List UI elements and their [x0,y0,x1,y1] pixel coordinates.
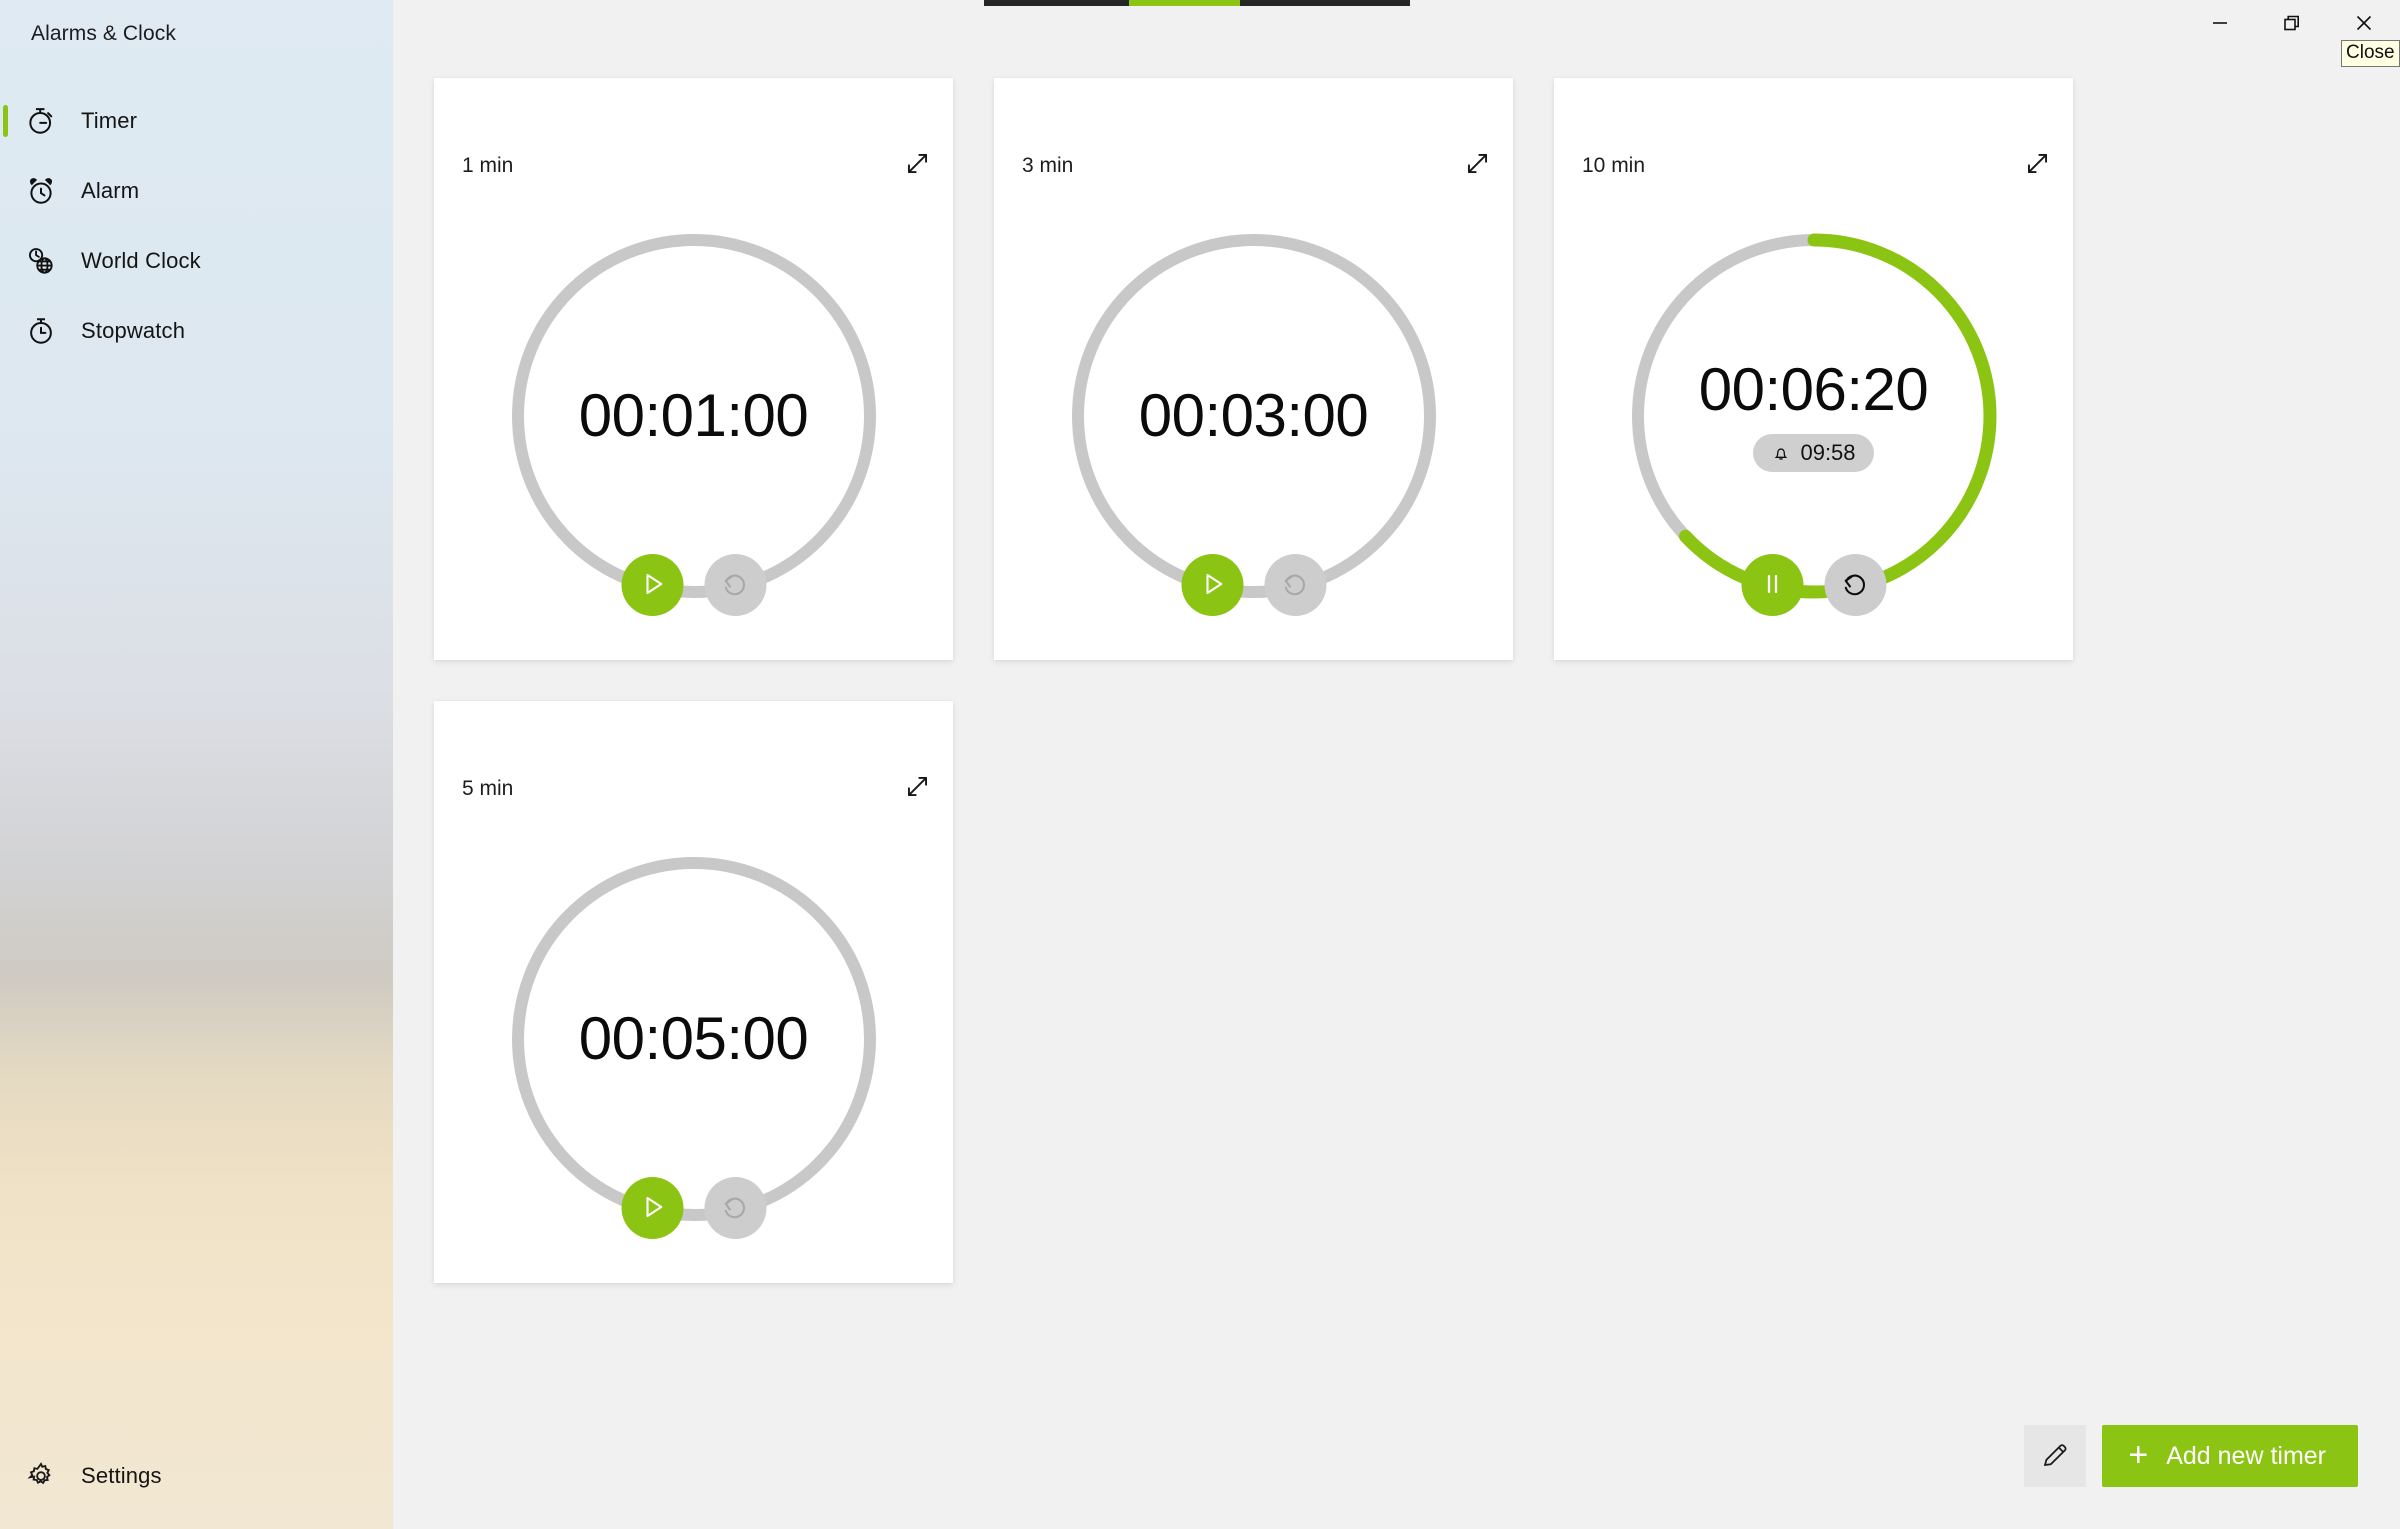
sidebar-nav-list: Timer Alarm World Clock Stopwatch [0,86,393,366]
timer-ring-center: 00:06:20 09:58 [1626,228,2002,604]
timer-controls [1181,554,1326,616]
add-new-timer-label: Add new timer [2166,1441,2326,1470]
sidebar-item-settings[interactable]: Settings [0,1445,393,1507]
plus-icon: + [2128,1435,2149,1474]
expand-icon [904,150,931,182]
reset-timer-button [1264,554,1326,616]
sidebar-item-alarm[interactable]: Alarm [0,156,393,226]
timer-icon [18,98,64,144]
sidebar-item-timer[interactable]: Timer [0,86,393,156]
timer-controls [621,1177,766,1239]
restore-button[interactable] [2256,0,2328,46]
edit-timers-button[interactable] [2024,1425,2087,1487]
timer-remaining-time: 00:05:00 [578,1005,809,1072]
sidebar-item-label: Alarm [81,178,140,203]
timer-ring-center: 00:03:00 [1066,228,1442,604]
timer-ring-center: 00:01:00 [506,228,882,604]
reset-icon [720,1191,751,1225]
play-icon [1197,569,1227,602]
top-progress-segment-green [1128,0,1240,6]
timer-progress-ring: 00:05:00 [506,851,882,1227]
timer-card-label: 1 min [462,154,514,177]
sidebar-item-label: Timer [81,108,138,133]
bell-icon [1771,443,1791,463]
timer-progress-ring: 00:01:00 [506,228,882,604]
reset-icon [720,568,751,602]
timer-card[interactable]: 1 min 00:01:00 [434,78,953,660]
reset-timer-button [704,1177,766,1239]
reset-icon [1840,568,1871,602]
minimize-button[interactable] [2184,0,2256,46]
timer-remaining-time: 00:03:00 [1138,382,1369,449]
start-timer-button[interactable] [1181,554,1243,616]
pause-timer-button[interactable] [1741,554,1803,616]
expand-icon [1464,150,1491,182]
sidebar-item-label: World Clock [81,248,201,273]
timer-card-label: 3 min [1022,154,1074,177]
timer-progress-ring: 00:06:20 09:58 [1626,228,2002,604]
world-clock-icon [18,238,64,284]
timer-remaining-time: 00:06:20 [1698,356,1929,423]
sidebar-item-label: Stopwatch [81,318,186,343]
timer-card-label: 10 min [1582,154,1646,177]
expand-icon [904,773,931,805]
expand-timer-button[interactable] [895,144,939,188]
expand-timer-button[interactable] [1455,144,1499,188]
timer-card[interactable]: 3 min 00:03:00 [994,78,1513,660]
top-progress-segment-dark [1239,0,1410,6]
app-title: Alarms & Clock [31,22,176,45]
reset-timer-button [704,554,766,616]
navigation-sidebar: Alarms & Clock Timer Alarm World Clock Stop… [0,0,393,1529]
timer-ring-center: 00:05:00 [506,851,882,1227]
timer-card[interactable]: 10 min 00:06:20 09:58 [1554,78,2073,660]
play-icon [637,1192,667,1225]
bottom-action-bar: + Add new timer [2024,1425,2358,1487]
stopwatch-icon [18,308,64,354]
pause-icon [1757,569,1787,602]
start-timer-button[interactable] [621,1177,683,1239]
timer-controls [1741,554,1886,616]
selection-indicator [3,105,8,137]
top-progress-strip [984,0,1410,6]
expand-timer-button[interactable] [2015,144,2059,188]
sidebar-item-world-clock[interactable]: World Clock [0,226,393,296]
alarms-and-clock-window: Alarms & Clock Timer Alarm World Clock Stop… [0,0,2400,1529]
alarm-badge: 09:58 [1753,434,1874,472]
sidebar-item-label-settings: Settings [81,1463,162,1488]
expand-icon [2024,150,2051,182]
gear-icon [18,1453,64,1499]
timer-controls [621,554,766,616]
reset-icon [1280,568,1311,602]
timer-card[interactable]: 5 min 00:05:00 [434,701,953,1283]
sidebar-item-stopwatch[interactable]: Stopwatch [0,296,393,366]
reset-timer-button[interactable] [1824,554,1886,616]
close-tooltip: Close [2341,40,2400,67]
top-progress-segment-dark [984,0,1129,6]
main-content: 1 min 00:01:00 3 min 00:03:00 10 min 00:06:20… [393,0,2400,1529]
timer-progress-ring: 00:03:00 [1066,228,1442,604]
expand-timer-button[interactable] [895,767,939,811]
timer-card-grid: 1 min 00:01:00 3 min 00:03:00 10 min 00:06:20… [434,78,2134,1283]
pencil-icon [2040,1440,2070,1473]
timer-remaining-time: 00:01:00 [578,382,809,449]
add-new-timer-button[interactable]: + Add new timer [2102,1425,2358,1487]
play-icon [637,569,667,602]
alarm-clock-icon [18,168,64,214]
timer-card-label: 5 min [462,777,514,800]
start-timer-button[interactable] [621,554,683,616]
alarm-badge-text: 09:58 [1800,440,1856,465]
